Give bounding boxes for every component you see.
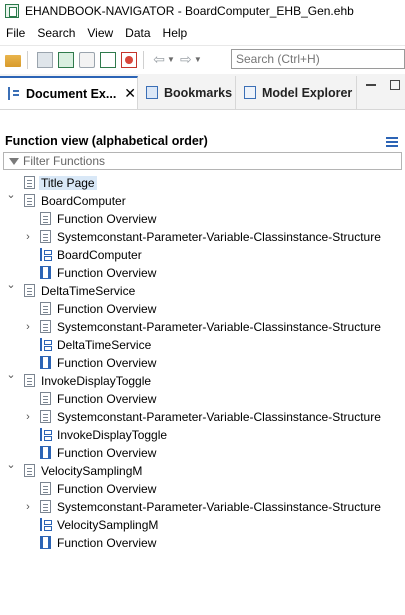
component-icon	[40, 536, 51, 549]
menu-data[interactable]: Data	[119, 26, 156, 40]
filter-input[interactable]: Filter Functions	[3, 152, 402, 170]
tree-item-label: Systemconstant-Parameter-Variable-Classi…	[57, 410, 381, 424]
view-tab-bar: Document Ex... ✕ Bookmarks Model Explore…	[0, 74, 405, 110]
tab-bookmarks[interactable]: Bookmarks	[138, 76, 236, 109]
tree-item-label: Function Overview	[57, 482, 157, 496]
panel-title: Function view (alphabetical order)	[5, 134, 208, 148]
toolbar-separator	[143, 50, 144, 69]
page-icon	[24, 194, 35, 207]
chevron-right-icon[interactable]: ›	[22, 231, 34, 243]
menu-search[interactable]: Search	[31, 26, 81, 40]
tree-item-label: Function Overview	[57, 392, 157, 406]
search-input[interactable]	[231, 49, 405, 69]
view-menu-icon[interactable]	[386, 137, 398, 147]
tree-item-label: BoardComputer	[41, 194, 126, 208]
tab-document-explorer[interactable]: Document Ex... ✕	[0, 76, 138, 109]
bookmarks-icon	[146, 86, 158, 99]
page-icon	[40, 320, 51, 333]
tree-item-label: Function Overview	[57, 266, 157, 280]
page-icon	[40, 302, 51, 315]
model-explorer-icon	[244, 86, 256, 99]
structure-icon	[40, 428, 52, 441]
page-icon	[40, 212, 51, 225]
chevron-down-icon[interactable]: ⌄	[5, 458, 17, 471]
page-icon	[24, 374, 35, 387]
page-icon	[40, 392, 51, 405]
chevron-right-icon[interactable]: ›	[22, 501, 34, 513]
tree-item-label: VelocitySamplingM	[41, 464, 143, 478]
page-icon	[24, 464, 35, 477]
tree-item-label: BoardComputer	[57, 248, 142, 262]
save-all-icon[interactable]	[58, 51, 74, 68]
menu-file[interactable]: File	[0, 26, 31, 40]
chevron-right-icon[interactable]: ›	[22, 321, 34, 333]
tree-item-label: Function Overview	[57, 212, 157, 226]
tab-label: Model Explorer	[262, 85, 353, 100]
tree-item-label: Function Overview	[57, 356, 157, 370]
structure-icon	[40, 518, 52, 531]
title-bar: EHANDBOOK-NAVIGATOR - BoardComputer_EHB_…	[0, 0, 405, 22]
tree-item-label: Systemconstant-Parameter-Variable-Classi…	[57, 230, 381, 244]
window-title: EHANDBOOK-NAVIGATOR - BoardComputer_EHB_…	[25, 4, 354, 18]
tree-item-label: Systemconstant-Parameter-Variable-Classi…	[57, 500, 381, 514]
filter-icon	[9, 157, 19, 165]
tree-item-label: Title Page	[39, 176, 97, 190]
app-logo-icon	[5, 4, 19, 18]
page-icon	[24, 176, 35, 189]
tree-item-label: Function Overview	[57, 446, 157, 460]
forward-dropdown-icon[interactable]: ▼	[194, 55, 202, 64]
page-icon	[40, 500, 51, 513]
tab-label: Bookmarks	[164, 85, 233, 100]
back-arrow-icon[interactable]: ⇦	[152, 51, 166, 68]
save-icon[interactable]	[37, 51, 53, 68]
filter-placeholder: Filter Functions	[23, 154, 106, 168]
chevron-down-icon[interactable]: ⌄	[5, 368, 17, 381]
toolbar-separator	[27, 50, 28, 69]
tab-model-explorer[interactable]: Model Explorer	[236, 76, 357, 109]
page-icon	[40, 230, 51, 243]
structure-icon	[40, 248, 52, 261]
tree-item-label: InvokeDisplayToggle	[41, 374, 152, 388]
print-icon[interactable]	[79, 51, 95, 68]
page-icon	[40, 482, 51, 495]
pdf-icon[interactable]	[121, 51, 137, 68]
component-icon	[40, 446, 51, 459]
menu-view[interactable]: View	[81, 26, 119, 40]
maximize-icon[interactable]	[390, 80, 400, 90]
tree-item-label: DeltaTimeService	[41, 284, 136, 298]
minimize-icon[interactable]	[366, 84, 376, 86]
component-icon	[40, 266, 51, 279]
open-folder-icon[interactable]	[5, 54, 21, 67]
menu-bar: File Search View Data Help	[0, 23, 405, 43]
document-explorer-icon	[8, 87, 20, 100]
chevron-right-icon[interactable]: ›	[22, 411, 34, 423]
menu-help[interactable]: Help	[157, 26, 194, 40]
forward-arrow-icon[interactable]: ⇨	[179, 51, 193, 68]
component-icon	[40, 356, 51, 369]
tree-item-label: Function Overview	[57, 536, 157, 550]
chevron-down-icon[interactable]: ⌄	[5, 188, 17, 201]
tree-item-label: Systemconstant-Parameter-Variable-Classi…	[57, 320, 381, 334]
structure-icon	[40, 338, 52, 351]
tab-label: Document Ex...	[26, 86, 117, 101]
close-icon[interactable]: ✕	[124, 85, 136, 102]
tree-item-label: VelocitySamplingM	[57, 518, 159, 532]
export-icon[interactable]	[100, 51, 116, 68]
chevron-down-icon[interactable]: ⌄	[5, 278, 17, 291]
tree-item-label: DeltaTimeService	[57, 338, 152, 352]
tree-item-label: Function Overview	[57, 302, 157, 316]
page-icon	[40, 410, 51, 423]
tree-item-label: InvokeDisplayToggle	[57, 428, 168, 442]
back-dropdown-icon[interactable]: ▼	[167, 55, 175, 64]
page-icon	[24, 284, 35, 297]
